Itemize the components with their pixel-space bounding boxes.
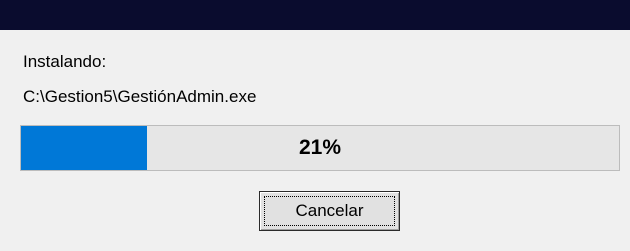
cancel-button-label: Cancelar [264,196,395,226]
file-path-label: C:\Gestion5\GestiónAdmin.exe [23,87,257,106]
progress-bar: 21% [20,125,620,171]
title-bar[interactable] [0,0,630,30]
status-label: Instalando: [23,52,107,71]
cancel-button[interactable]: Cancelar [259,191,400,231]
install-progress-dialog: Instalando: C:\Gestion5\GestiónAdmin.exe… [0,0,630,251]
progress-percent-label: 21% [298,136,342,159]
